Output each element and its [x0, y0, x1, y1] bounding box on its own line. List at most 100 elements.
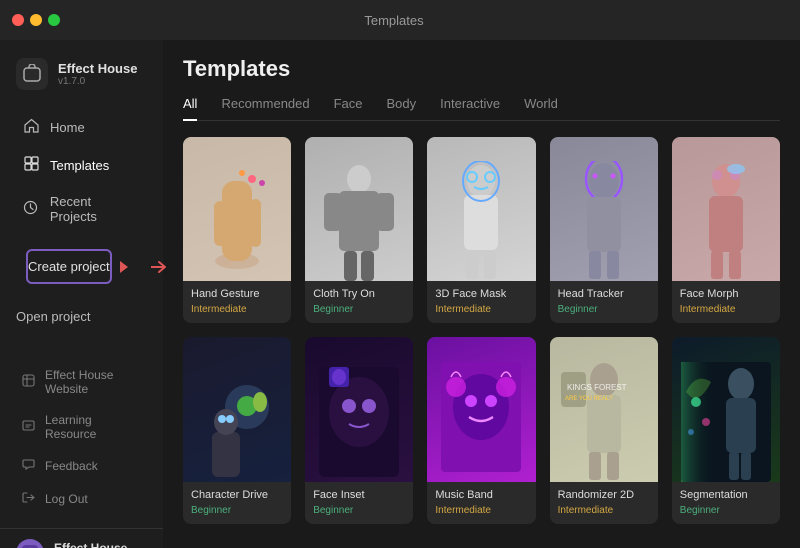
template-name: Cloth Try On [313, 288, 405, 300]
template-level: Beginner [558, 304, 650, 315]
template-card-segmentation[interactable]: Segmentation Beginner [672, 337, 780, 523]
template-thumb [305, 337, 413, 481]
template-card-randomizer-2d[interactable]: KINGS FOREST ARE YOU REAL? Randomizer 2D… [550, 337, 658, 523]
template-card-face-inset[interactable]: Face Inset Beginner [305, 337, 413, 523]
open-project-button[interactable]: Open project [16, 302, 90, 331]
tab-face[interactable]: Face [334, 96, 363, 121]
logo-text: Effect House v1.7.0 [58, 61, 137, 87]
sidebar-item-recent[interactable]: Recent Projects [6, 185, 157, 233]
template-level: Intermediate [558, 505, 650, 516]
learning-icon [22, 419, 35, 435]
template-thumb [672, 137, 780, 281]
template-info: Cloth Try On Beginner [305, 281, 413, 323]
logout-label: Log Out [45, 492, 88, 506]
website-icon [22, 374, 35, 390]
content-header: Templates All Recommended Face Body Inte… [163, 40, 800, 121]
template-name: Character Drive [191, 489, 283, 501]
template-thumb [183, 337, 291, 481]
sidebar-item-home-label: Home [50, 120, 85, 135]
sidebar-profile[interactable]: Effect House Manage effects [0, 528, 163, 548]
create-project-button[interactable]: Create project [26, 249, 112, 284]
sidebar-logo: Effect House v1.7.0 [0, 48, 163, 104]
template-thumb [427, 137, 535, 281]
template-info: Segmentation Beginner [672, 482, 780, 524]
template-info: Character Drive Beginner [183, 482, 291, 524]
template-name: Randomizer 2D [558, 489, 650, 501]
tab-recommended[interactable]: Recommended [221, 96, 309, 121]
template-level: Beginner [313, 304, 405, 315]
filter-tabs: All Recommended Face Body Interactive Wo… [183, 96, 780, 121]
app-body: Effect House v1.7.0 Home [0, 40, 800, 548]
template-info: Face Inset Beginner [305, 482, 413, 524]
template-level: Intermediate [435, 304, 527, 315]
templates-grid: Hand Gesture Intermediate Cloth Try On B… [163, 121, 800, 548]
arrow-icon [151, 260, 167, 274]
sidebar-item-feedback[interactable]: Feedback [6, 450, 157, 482]
template-thumb: KINGS FOREST ARE YOU REAL? [550, 337, 658, 481]
template-info: 3D Face Mask Intermediate [427, 281, 535, 323]
template-thumb [183, 137, 291, 281]
app-version: v1.7.0 [58, 76, 137, 87]
tab-interactive[interactable]: Interactive [440, 96, 500, 121]
template-card-music-band[interactable]: Music Band Intermediate [427, 337, 535, 523]
sidebar-item-website[interactable]: Effect House Website [6, 360, 157, 404]
template-name: 3D Face Mask [435, 288, 527, 300]
template-info: Randomizer 2D Intermediate [550, 482, 658, 524]
sidebar-item-templates[interactable]: Templates [6, 147, 157, 184]
logout-icon [22, 491, 35, 507]
template-level: Beginner [313, 505, 405, 516]
sidebar-item-templates-label: Templates [50, 158, 109, 173]
profile-name: Effect House [54, 541, 127, 548]
learning-label: Learning Resource [45, 413, 141, 441]
tab-body[interactable]: Body [387, 96, 417, 121]
window-title: Templates [0, 13, 788, 28]
page-title: Templates [183, 56, 780, 82]
template-card-cloth-try-on[interactable]: Cloth Try On Beginner [305, 137, 413, 323]
template-name: Segmentation [680, 489, 772, 501]
sidebar-item-home[interactable]: Home [6, 109, 157, 146]
app-name: Effect House [58, 61, 137, 76]
template-level: Beginner [680, 505, 772, 516]
title-bar: Templates [0, 0, 800, 40]
template-name: Face Inset [313, 489, 405, 501]
template-thumb [427, 337, 535, 481]
template-info: Music Band Intermediate [427, 482, 535, 524]
svg-text:ARE YOU REAL?: ARE YOU REAL? [565, 396, 613, 402]
template-info: Face Morph Intermediate [672, 281, 780, 323]
template-card-hand-gesture[interactable]: Hand Gesture Intermediate [183, 137, 291, 323]
template-thumb [305, 137, 413, 281]
template-level: Beginner [191, 505, 283, 516]
sidebar-item-learning[interactable]: Learning Resource [6, 405, 157, 449]
templates-icon [22, 156, 40, 175]
sidebar-bottom: Effect House Website Learning Resource [0, 355, 163, 524]
tab-world[interactable]: World [524, 96, 558, 121]
main-content: Templates All Recommended Face Body Inte… [163, 40, 800, 548]
sidebar-nav: Home Templates [0, 104, 163, 339]
template-name: Head Tracker [558, 288, 650, 300]
template-name: Face Morph [680, 288, 772, 300]
template-card-face-morph[interactable]: Face Morph Intermediate [672, 137, 780, 323]
template-name: Music Band [435, 489, 527, 501]
sidebar-item-logout[interactable]: Log Out [6, 483, 157, 515]
feedback-icon [22, 458, 35, 474]
profile-avatar [16, 539, 44, 548]
profile-info: Effect House Manage effects [54, 541, 127, 548]
template-card-3d-face-mask[interactable]: 3D Face Mask Intermediate [427, 137, 535, 323]
sidebar: Effect House v1.7.0 Home [0, 40, 163, 548]
website-label: Effect House Website [45, 368, 141, 396]
template-card-head-tracker[interactable]: Head Tracker Beginner [550, 137, 658, 323]
template-level: Intermediate [680, 304, 772, 315]
template-info: Hand Gesture Intermediate [183, 281, 291, 323]
template-thumb [672, 337, 780, 481]
template-info: Head Tracker Beginner [550, 281, 658, 323]
template-level: Intermediate [191, 304, 283, 315]
svg-text:KINGS FOREST: KINGS FOREST [567, 383, 627, 392]
template-card-character-drive[interactable]: Character Drive Beginner [183, 337, 291, 523]
tab-all[interactable]: All [183, 96, 197, 121]
template-level: Intermediate [435, 505, 527, 516]
logo-icon [16, 58, 48, 90]
recent-icon [22, 200, 40, 219]
home-icon [22, 118, 40, 137]
template-name: Hand Gesture [191, 288, 283, 300]
template-thumb [550, 137, 658, 281]
